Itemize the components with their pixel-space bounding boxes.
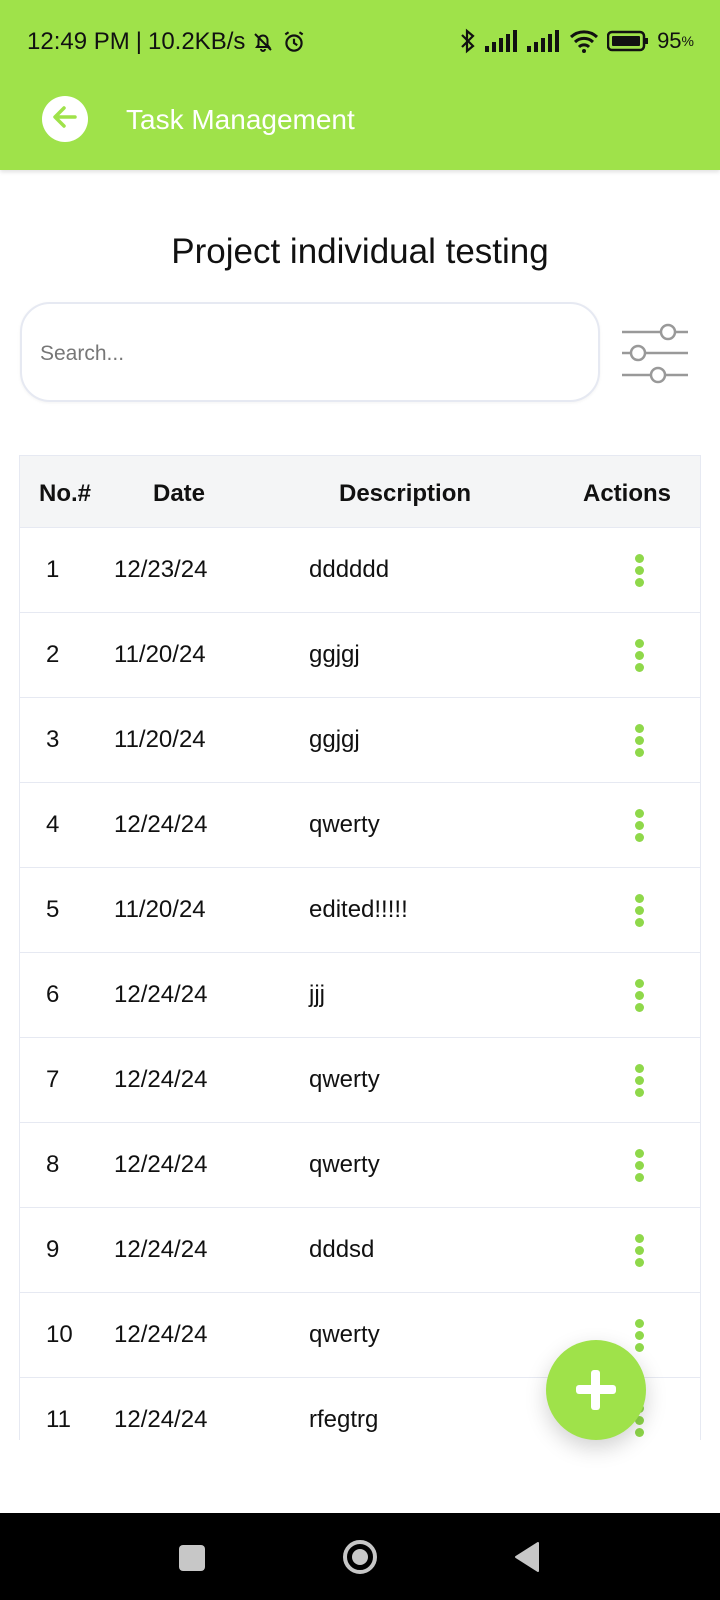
row-date: 12/24/24 xyxy=(114,1406,208,1433)
search-input[interactable] xyxy=(40,334,580,374)
row-date: 12/24/24 xyxy=(114,811,208,838)
row-description: qwerty xyxy=(309,811,380,838)
row-date: 11/20/24 xyxy=(114,726,206,753)
bluetooth-icon xyxy=(459,28,477,54)
row-date: 12/24/24 xyxy=(114,1236,208,1263)
more-vertical-icon[interactable] xyxy=(630,1064,650,1098)
status-network-speed: 10.2KB/s xyxy=(147,28,246,55)
row-number: 7 xyxy=(46,1066,60,1093)
battery-percentage: 95 xyxy=(657,28,682,53)
home-button[interactable] xyxy=(340,1537,380,1577)
row-date: 11/20/24 xyxy=(114,896,206,923)
system-back-button[interactable] xyxy=(508,1537,548,1577)
row-description: ggjgj xyxy=(309,726,360,753)
row-date: 12/24/24 xyxy=(114,1066,208,1093)
toolbar-title: Task Management xyxy=(126,104,355,135)
row-number: 9 xyxy=(46,1236,60,1263)
back-button[interactable] xyxy=(42,96,88,142)
table-row[interactable]: 2 11/20/24 ggjgj xyxy=(20,613,700,698)
table-header: No.# Date Description Actions xyxy=(20,456,700,528)
status-bar: 12:49 PM | 10.2KB/s 95 % xyxy=(27,28,694,55)
alarm-icon xyxy=(281,29,307,55)
row-date: 11/20/24 xyxy=(114,641,206,668)
table-row[interactable]: 6 12/24/24 jjj xyxy=(20,953,700,1038)
row-number: 11 xyxy=(46,1406,71,1433)
row-number: 2 xyxy=(46,641,60,668)
wifi-icon xyxy=(569,29,599,53)
table-row[interactable]: 7 12/24/24 qwerty xyxy=(20,1038,700,1123)
row-description: ggjgj xyxy=(309,641,360,668)
row-date: 12/24/24 xyxy=(114,1321,208,1348)
column-header-no: No.# xyxy=(39,480,92,507)
row-number: 4 xyxy=(46,811,60,838)
page-title: Project individual testing xyxy=(171,232,549,271)
home-circle-icon xyxy=(340,1540,380,1581)
signal-icon-2 xyxy=(527,30,561,52)
battery-icon xyxy=(607,30,649,52)
row-number: 8 xyxy=(46,1151,60,1178)
row-number: 6 xyxy=(46,981,60,1008)
more-vertical-icon[interactable] xyxy=(630,724,650,758)
row-date: 12/24/24 xyxy=(114,1151,208,1178)
more-vertical-icon[interactable] xyxy=(630,1149,650,1183)
system-navigation-bar xyxy=(0,1513,720,1600)
row-number: 1 xyxy=(46,556,60,583)
row-description: qwerty xyxy=(309,1066,380,1093)
triangle-back-icon xyxy=(508,1542,548,1581)
row-description: dddddd xyxy=(309,556,390,583)
tasks-table: No.# Date Description Actions 1 12/23/24… xyxy=(19,455,701,1440)
row-description: jjj xyxy=(309,981,325,1008)
mute-icon xyxy=(251,30,275,54)
app-header: 12:49 PM | 10.2KB/s 95 % Task Management xyxy=(0,0,720,170)
more-vertical-icon[interactable] xyxy=(630,1319,650,1353)
column-header-description: Description xyxy=(339,480,472,507)
more-vertical-icon[interactable] xyxy=(630,639,650,673)
row-description: rfegtrg xyxy=(309,1406,379,1433)
row-description: edited!!!!! xyxy=(309,896,408,923)
more-vertical-icon[interactable] xyxy=(630,979,650,1013)
table-row[interactable]: 3 11/20/24 ggjgj xyxy=(20,698,700,783)
more-vertical-icon[interactable] xyxy=(630,809,650,843)
more-vertical-icon[interactable] xyxy=(630,1234,650,1268)
more-vertical-icon[interactable] xyxy=(630,554,650,588)
search-box xyxy=(20,302,600,402)
sliders-icon xyxy=(618,323,688,392)
row-description: qwerty xyxy=(309,1321,380,1348)
toolbar: Task Management xyxy=(0,88,720,170)
column-header-actions: Actions xyxy=(583,480,672,507)
row-description: dddsd xyxy=(309,1236,375,1263)
table-row[interactable]: 4 12/24/24 qwerty xyxy=(20,783,700,868)
row-date: 12/24/24 xyxy=(114,981,208,1008)
column-header-date: Date xyxy=(153,480,206,507)
arrow-left-icon xyxy=(49,101,81,138)
table-row[interactable]: 8 12/24/24 qwerty xyxy=(20,1123,700,1208)
row-number: 3 xyxy=(46,726,60,753)
recent-apps-button[interactable] xyxy=(172,1537,212,1577)
table-row[interactable]: 5 11/20/24 edited!!!!! xyxy=(20,868,700,953)
status-time: 12:49 PM xyxy=(27,28,130,55)
square-icon xyxy=(172,1545,212,1581)
table-row[interactable]: 9 12/24/24 dddsd xyxy=(20,1208,700,1293)
row-number: 5 xyxy=(46,896,60,923)
filter-button[interactable] xyxy=(618,318,688,388)
table-row[interactable]: 1 12/23/24 dddddd xyxy=(20,528,700,613)
more-vertical-icon[interactable] xyxy=(630,894,650,928)
row-date: 12/23/24 xyxy=(114,556,208,583)
add-task-button[interactable] xyxy=(546,1340,646,1440)
row-number: 10 xyxy=(46,1321,73,1348)
row-description: qwerty xyxy=(309,1151,380,1178)
signal-icon xyxy=(485,30,519,52)
